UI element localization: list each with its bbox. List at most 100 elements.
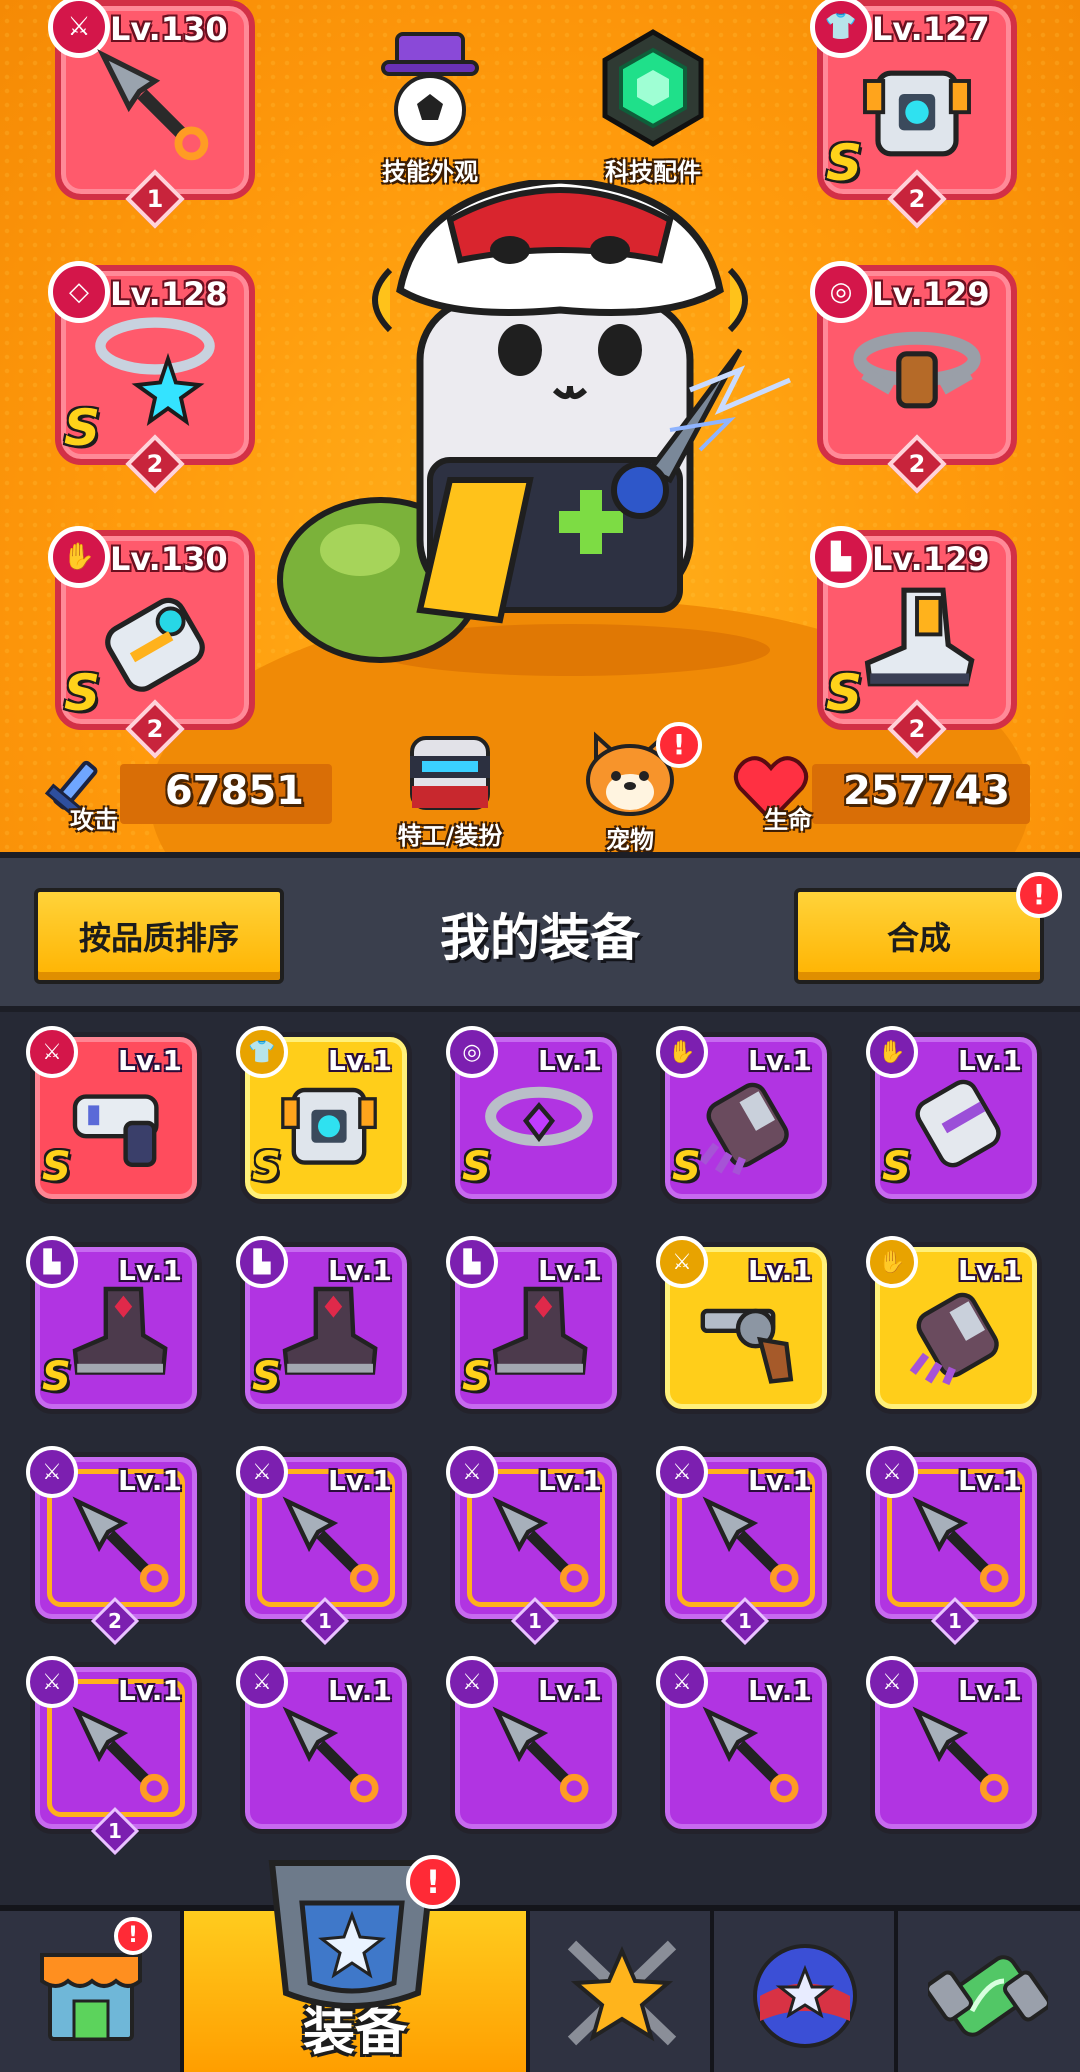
- inventory-item[interactable]: ✋ Lv.1 S: [656, 1026, 832, 1204]
- inventory-item[interactable]: ⚔ Lv.1 S: [26, 1026, 202, 1204]
- inventory-item[interactable]: ⚔ Lv.1: [236, 1656, 412, 1834]
- claw-gauntlet-icon: [699, 1082, 789, 1176]
- tab-shop[interactable]: !: [0, 1911, 184, 2072]
- star-swords-icon: [567, 1940, 677, 2046]
- mech-armor-icon: [281, 1087, 377, 1165]
- item-level: Lv.1: [118, 1464, 182, 1497]
- kunai-icon: [72, 1706, 169, 1803]
- kunai-icon: [702, 1496, 799, 1593]
- pet-label: 宠物: [606, 826, 654, 852]
- shop-alert-badge: !: [114, 1917, 152, 1955]
- kunai-icon: [912, 1706, 1009, 1803]
- equip-slot-gloves[interactable]: ✋ Lv.130 S 2: [48, 526, 260, 759]
- inventory-item[interactable]: ⚔ Lv.1 1: [26, 1656, 202, 1856]
- ninja-agent-icon: [410, 736, 490, 810]
- equip-slot-armor[interactable]: 👕 Lv.127 S 2: [810, 0, 1022, 229]
- gloves-type-icon: ✋: [866, 1026, 918, 1078]
- inventory-item[interactable]: ✋ Lv.1 S: [866, 1026, 1042, 1204]
- mech-armor-icon: [863, 70, 971, 157]
- sort-by-quality-button[interactable]: 按品质排序: [34, 888, 284, 984]
- equip-slot-necklace[interactable]: ◇ Lv.128 S 2: [48, 261, 260, 494]
- agent-outfit-button[interactable]: 特工/装扮: [380, 730, 520, 851]
- kunai-icon: [702, 1706, 799, 1803]
- item-level: Lv.1: [748, 1464, 812, 1497]
- equip-slot-boots[interactable]: ▙ Lv.129 S 2: [810, 526, 1022, 759]
- grade-s-mark: S: [462, 1144, 491, 1190]
- item-level: Lv.1: [328, 1254, 392, 1287]
- pet-button[interactable]: 宠物 !: [560, 722, 702, 852]
- dark-boots-icon: [492, 1286, 588, 1375]
- shop-icon: [40, 1953, 142, 2041]
- kunai-icon: [282, 1496, 379, 1593]
- item-level: Lv.1: [118, 1254, 182, 1287]
- inventory-item[interactable]: ⚔ Lv.1 1: [656, 1446, 832, 1646]
- inventory-item[interactable]: ⚔ Lv.1: [656, 1656, 832, 1834]
- mech-gauntlet-icon: [105, 597, 205, 692]
- claw-gauntlet-icon: [909, 1292, 999, 1386]
- belt-type-icon: ◎: [446, 1026, 498, 1078]
- weapon-type-icon: ⚔: [866, 1446, 918, 1498]
- revolver-icon: [700, 1308, 794, 1384]
- item-level: Lv.1: [118, 1674, 182, 1707]
- kunai-icon: [282, 1706, 379, 1803]
- inventory-item[interactable]: 👕 Lv.1 S: [236, 1026, 412, 1204]
- tab-talent[interactable]: [530, 1911, 714, 2072]
- boots-type-icon: ▙: [26, 1236, 78, 1288]
- laser-gun-icon: [72, 1094, 159, 1167]
- item-level: Lv.1: [538, 1254, 602, 1287]
- item-level: Lv.1: [958, 1044, 1022, 1077]
- inventory-item[interactable]: ⚔ Lv.1: [656, 1236, 832, 1414]
- grade-s-mark: S: [462, 1354, 491, 1400]
- hp-label: 生命: [764, 806, 812, 834]
- inventory-item[interactable]: ▙ Lv.1 S: [236, 1236, 412, 1414]
- weapon-type-icon: ⚔: [26, 1656, 78, 1708]
- tech-parts-button[interactable]: 科技配件: [583, 28, 723, 187]
- weapon-type-icon: ⚔: [446, 1656, 498, 1708]
- equip-slot-weapon[interactable]: ⚔ Lv.130 1: [48, 0, 260, 229]
- pet-alert-badge: !: [656, 722, 702, 768]
- grade-s-mark: S: [42, 1354, 71, 1400]
- tab-challenge[interactable]: [714, 1911, 898, 2072]
- dna-capsule-icon: [928, 1955, 1048, 2037]
- grade-s-mark: S: [252, 1144, 281, 1190]
- hp-stat-bar: 257743: [812, 764, 1030, 824]
- inventory-item[interactable]: ⚔ Lv.1: [446, 1656, 622, 1834]
- inventory-item[interactable]: ⚔ Lv.1: [866, 1656, 1042, 1834]
- inventory-item[interactable]: ⚔ Lv.1 1: [446, 1446, 622, 1646]
- weapon-type-icon: ⚔: [236, 1656, 288, 1708]
- grade-s-mark: S: [882, 1144, 911, 1190]
- attack-stat-bar: 67851: [120, 764, 332, 824]
- tab-evolve[interactable]: [898, 1911, 1080, 2072]
- item-level: Lv.1: [748, 1044, 812, 1077]
- item-level: Lv.1: [958, 1464, 1022, 1497]
- grade-s-mark: S: [672, 1144, 701, 1190]
- inventory-item[interactable]: ◎ Lv.1 S: [446, 1026, 622, 1204]
- kunai-icon: [492, 1706, 589, 1803]
- dark-boots-icon: [282, 1286, 378, 1375]
- merge-button[interactable]: 合成: [794, 888, 1044, 984]
- item-level: Lv.1: [538, 1674, 602, 1707]
- inventory-item[interactable]: ▙ Lv.1 S: [26, 1236, 202, 1414]
- weapon-type-icon: ⚔: [866, 1656, 918, 1708]
- equip-slot-belt[interactable]: ◎ Lv.129 2: [810, 261, 1022, 494]
- inventory-item[interactable]: ⚔ Lv.1 2: [26, 1446, 202, 1646]
- inventory-item[interactable]: ⚔ Lv.1 1: [866, 1446, 1042, 1646]
- belt-icon: [853, 331, 981, 409]
- weapon-type-icon: ⚔: [26, 1026, 78, 1078]
- inventory-item[interactable]: ▙ Lv.1 S: [446, 1236, 622, 1414]
- skill-skin-button[interactable]: 技能外观: [360, 28, 500, 187]
- kunai-icon: [97, 49, 209, 161]
- bottom-nav: ! 装备 !: [0, 1855, 1080, 2072]
- grade-s-mark: S: [42, 1144, 71, 1190]
- dark-boots-icon: [72, 1286, 168, 1375]
- grade-s-mark: S: [252, 1354, 281, 1400]
- gloves-type-icon: ✋: [866, 1236, 918, 1288]
- item-level: Lv.1: [328, 1044, 392, 1077]
- grade-s-mark: S: [64, 664, 101, 722]
- weapon-type-icon: ⚔: [656, 1236, 708, 1288]
- inventory-item[interactable]: ✋ Lv.1: [866, 1236, 1042, 1414]
- silver-gauntlet-icon: [915, 1079, 1001, 1168]
- weapon-type-icon: ⚔: [656, 1656, 708, 1708]
- inventory-item[interactable]: ⚔ Lv.1 1: [236, 1446, 412, 1646]
- item-level: Lv.1: [538, 1464, 602, 1497]
